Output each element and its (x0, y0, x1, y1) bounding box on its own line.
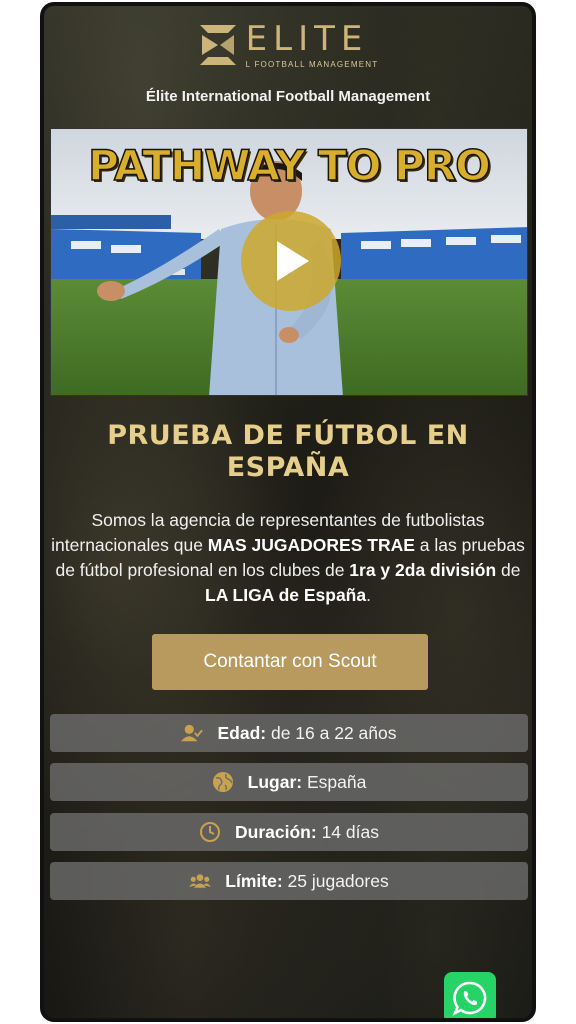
play-button[interactable] (241, 211, 341, 311)
info-limit: Límite: 25 jugadores (50, 862, 528, 900)
whatsapp-button[interactable] (444, 972, 496, 1018)
info-limit-label: Límite: (225, 870, 283, 891)
user-check-icon (181, 722, 204, 744)
logo-wordmark: ELITE (245, 18, 369, 59)
info-duration-value: 14 días (316, 821, 379, 842)
info-location-label: Lugar: (247, 771, 303, 792)
logo-mark-icon (199, 25, 236, 65)
video-title: PATHWAY TO PRO (87, 140, 491, 191)
info-duration-label: Duración: (235, 821, 317, 842)
phone-frame: ELITE L FOOTBALL MANAGEMENT Élite Intern… (40, 2, 536, 1022)
globe-icon (212, 771, 234, 793)
info-age-label: Edad: (217, 722, 267, 743)
logo-subtitle: L FOOTBALL MANAGEMENT (245, 59, 379, 69)
logo[interactable]: ELITE L FOOTBALL MANAGEMENT (44, 20, 532, 70)
info-age-value: de 16 a 22 años (266, 722, 397, 743)
clock-icon (199, 821, 221, 843)
video-player[interactable]: PATHWAY TO PRO (50, 128, 528, 396)
info-location-value: España (302, 771, 367, 792)
users-icon (189, 870, 212, 892)
description: Somos la agencia de representantes de fu… (51, 510, 525, 605)
page-headline: PRUEBA DE FÚTBOL EN ESPAÑA (107, 420, 469, 483)
contact-scout-button[interactable]: Contantar con Scout (152, 634, 428, 690)
info-age: Edad: de 16 a 22 años (50, 714, 528, 752)
info-location: Lugar: España (50, 763, 528, 801)
brand-name: Élite International Football Management (145, 88, 431, 105)
info-limit-value: 25 jugadores (282, 870, 389, 891)
info-duration: Duración: 14 días (50, 813, 528, 851)
play-icon (277, 241, 309, 281)
whatsapp-icon (452, 981, 487, 1016)
